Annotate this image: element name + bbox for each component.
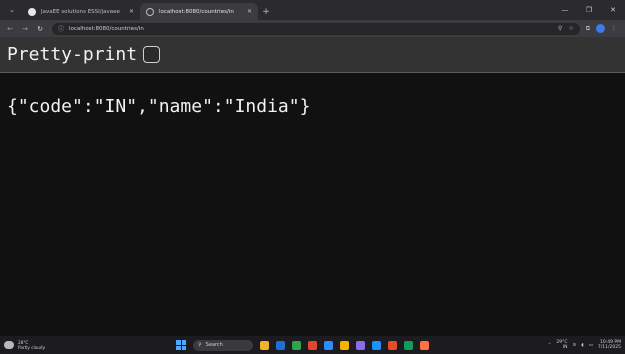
- new-tab-button[interactable]: +: [258, 3, 274, 20]
- search-icon: ⚲: [198, 342, 202, 348]
- pretty-print-checkbox[interactable]: [143, 46, 161, 63]
- menu-icon[interactable]: ⋮: [611, 25, 617, 32]
- chevron-down-icon: ⌄: [9, 6, 15, 14]
- restore-button[interactable]: ❐: [577, 0, 601, 20]
- taskbar-app-icon[interactable]: [292, 340, 301, 350]
- tab-localhost[interactable]: localhost:8080/countries/in ✕: [140, 3, 258, 20]
- taskbar: 28°C Partly cloudy ⚲ Search ⌃ 29°C IN ≋ …: [0, 336, 625, 354]
- reload-button[interactable]: ↻: [34, 23, 46, 35]
- globe-icon: [146, 7, 154, 16]
- taskbar-app-icon[interactable]: [276, 340, 285, 350]
- system-tray: ⌃ 29°C IN ≋ ◖ ▭ 10:49 PM 7/11/2025: [548, 336, 621, 354]
- chevron-up-icon[interactable]: ⌃: [548, 343, 552, 348]
- taskbar-app-icon[interactable]: [388, 340, 397, 350]
- close-window-button[interactable]: ✕: [601, 0, 625, 20]
- minimize-button[interactable]: —: [553, 0, 577, 20]
- taskbar-app-icon[interactable]: [356, 340, 365, 350]
- taskbar-app-icon[interactable]: [404, 340, 413, 350]
- github-icon: [28, 7, 36, 16]
- close-tab-icon[interactable]: ✕: [129, 8, 134, 15]
- taskbar-app-icon[interactable]: [308, 340, 317, 350]
- battery-icon[interactable]: ▭: [589, 343, 593, 348]
- taskbar-app-icon[interactable]: [324, 340, 333, 350]
- weather-widget[interactable]: 28°C Partly cloudy: [0, 340, 120, 350]
- url-text: localhost:8080/countries/in: [69, 25, 144, 32]
- window-controls: — ❐ ✕: [553, 0, 625, 20]
- bookmark-star-icon[interactable]: ☆: [568, 25, 573, 32]
- site-info-icon[interactable]: ⓘ: [58, 24, 64, 33]
- pretty-print-label: Pretty-print: [7, 44, 138, 65]
- pretty-print-bar: Pretty-print: [0, 37, 625, 73]
- back-button[interactable]: ←: [4, 23, 16, 35]
- taskbar-apps: ⚲ Search: [176, 336, 429, 354]
- clock[interactable]: 10:49 PM 7/11/2025: [598, 340, 621, 350]
- tab-javaee[interactable]: JavaEE solutions ESSI/javaee ✕: [22, 3, 140, 20]
- taskbar-search[interactable]: ⚲ Search: [193, 339, 253, 351]
- tab-title: localhost:8080/countries/in: [159, 8, 234, 15]
- wifi-icon[interactable]: ≋: [573, 343, 577, 348]
- tab-title: JavaEE solutions ESSI/javaee: [41, 8, 120, 15]
- address-bar[interactable]: ⓘ localhost:8080/countries/in ⚲ ☆: [52, 22, 580, 35]
- tray-locale: IN: [562, 345, 568, 350]
- search-placeholder: Search: [205, 342, 223, 348]
- tray-weather[interactable]: 29°C IN: [556, 340, 567, 350]
- taskbar-app-icon[interactable]: [340, 340, 349, 350]
- forward-button[interactable]: →: [19, 23, 31, 35]
- json-content: {"code":"IN","name":"India"}: [7, 96, 311, 117]
- weather-desc: Partly cloudy: [18, 345, 46, 350]
- close-tab-icon[interactable]: ✕: [247, 8, 252, 15]
- extensions-icon[interactable]: ⧉: [586, 25, 590, 33]
- zoom-icon[interactable]: ⚲: [558, 25, 562, 32]
- tab-strip: ⌄ JavaEE solutions ESSI/javaee ✕ localho…: [0, 0, 625, 20]
- taskbar-app-icon[interactable]: [420, 340, 429, 350]
- browser-toolbar: ← → ↻ ⓘ localhost:8080/countries/in ⚲ ☆ …: [0, 20, 625, 37]
- cloud-icon: [4, 341, 14, 349]
- taskbar-app-icon[interactable]: [260, 340, 269, 350]
- plus-icon: +: [262, 6, 270, 17]
- windows-start-icon[interactable]: [176, 340, 186, 350]
- profile-avatar[interactable]: [596, 24, 605, 33]
- volume-icon[interactable]: ◖: [581, 343, 583, 348]
- tab-search-button[interactable]: ⌄: [4, 2, 20, 18]
- taskbar-app-icon[interactable]: [372, 340, 381, 350]
- clock-date: 7/11/2025: [597, 345, 621, 350]
